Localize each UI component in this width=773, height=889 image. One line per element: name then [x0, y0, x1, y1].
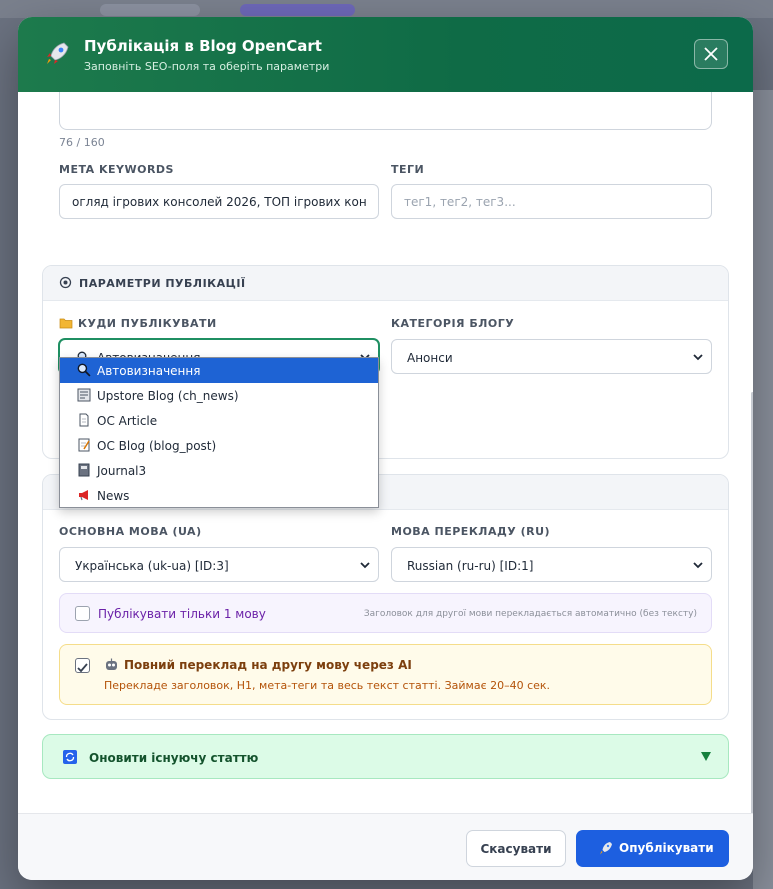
chevron-down-icon: [360, 562, 370, 569]
single-language-checkbox[interactable]: [75, 606, 90, 621]
checkmark-icon: [77, 663, 88, 673]
translate-language-value: Russian (ru-ru) [ID:1]: [407, 559, 534, 573]
dropdown-option-oc-article[interactable]: OC Article: [60, 408, 378, 433]
ai-translate-checkbox[interactable]: [75, 658, 90, 673]
refresh-icon: [63, 750, 77, 764]
background-topbar: [0, 0, 773, 18]
translate-language-label: МОВА ПЕРЕКЛАДУ (RU): [391, 525, 551, 538]
rocket-icon: [600, 842, 612, 855]
chevron-down-icon: [693, 354, 703, 361]
dropdown-option-auto[interactable]: Автовизначення: [60, 358, 378, 383]
dropdown-option-label: OC Blog (blog_post): [97, 439, 217, 453]
background-sidebar: [753, 90, 773, 889]
single-language-label: Публікувати тільки 1 мову: [98, 607, 266, 621]
dropdown-option-label: News: [97, 489, 130, 503]
modal-scrollbar[interactable]: [751, 392, 753, 813]
meta-keywords-label: META KEYWORDS: [59, 163, 174, 176]
close-button[interactable]: [694, 39, 728, 69]
blog-category-value: Анонси: [407, 351, 453, 365]
dropdown-option-upstore[interactable]: Upstore Blog (ch_news): [60, 383, 378, 408]
magnifier-icon: [77, 363, 91, 377]
single-language-hint: Заголовок для другої мови перекладається…: [363, 609, 697, 619]
notebook-icon: [78, 463, 90, 477]
dropdown-option-label: OC Article: [97, 414, 158, 428]
blog-category-label: КАТЕГОРІЯ БЛОГУ: [391, 317, 515, 330]
main-language-label: ОСНОВНА МОВА (UA): [59, 525, 202, 538]
blog-category-select[interactable]: Анонси: [391, 339, 712, 374]
publish-button[interactable]: Опублікувати: [576, 830, 729, 867]
dropdown-option-label: Upstore Blog (ch_news): [97, 389, 239, 403]
publish-modal: Публікація в Blog OpenCart Заповніть SEO…: [18, 17, 753, 880]
main-language-value: Українська (uk-ua) [ID:3]: [75, 559, 229, 573]
chevron-down-icon: [693, 562, 703, 569]
memo-icon: [78, 438, 90, 452]
publish-button-label: Опублікувати: [619, 841, 714, 855]
ai-translate-row: Повний переклад на другу мову через AI П…: [59, 644, 712, 705]
dropdown-option-news[interactable]: News: [60, 483, 378, 508]
modal-title: Публікація в Blog OpenCart: [84, 37, 322, 55]
modal-header: Публікація в Blog OpenCart Заповніть SEO…: [18, 17, 753, 92]
modal-footer: Скасувати Опублікувати: [18, 813, 753, 880]
cancel-button[interactable]: Скасувати: [466, 830, 566, 867]
meta-keywords-input[interactable]: [59, 184, 379, 219]
dropdown-option-oc-blog[interactable]: OC Blog (blog_post): [60, 433, 378, 458]
publish-params-title: ПАРАМЕТРИ ПУБЛІКАЦІЇ: [79, 277, 246, 290]
newspaper-icon: [77, 388, 91, 402]
page-icon: [79, 413, 89, 427]
single-language-row: Публікувати тільки 1 мову Заголовок для …: [59, 593, 712, 633]
modal-body: 76 / 160 META KEYWORDS ТЕГИ ПАРАМЕТРИ ПУ…: [18, 92, 753, 813]
publish-params-header: ПАРАМЕТРИ ПУБЛІКАЦІЇ: [43, 266, 728, 301]
triangle-down-icon: [701, 752, 711, 761]
robot-icon: [106, 658, 117, 670]
where-publish-dropdown: Автовизначення Upstore Blog (ch_news) OC…: [59, 357, 379, 508]
update-article-label: Оновити існуючу статтю: [89, 751, 259, 765]
rocket-icon: [47, 42, 69, 64]
description-counter: 76 / 160: [59, 136, 105, 149]
dropdown-option-label: Journal3: [97, 464, 147, 478]
background-pill: [100, 4, 200, 16]
folder-icon: [59, 318, 73, 329]
ai-translate-title: Повний переклад на другу мову через AI: [124, 658, 412, 672]
gear-icon: [59, 276, 72, 289]
ai-translate-description: Перекладе заголовок, H1, мета-теги та ве…: [104, 679, 551, 692]
tags-input[interactable]: [391, 184, 712, 219]
translate-language-select[interactable]: Russian (ru-ru) [ID:1]: [391, 547, 712, 582]
where-publish-label: КУДИ ПУБЛІКУВАТИ: [78, 317, 217, 330]
update-article-toggle[interactable]: Оновити існуючу статтю: [42, 734, 729, 779]
modal-subtitle: Заповніть SEO-поля та оберіть параметри: [84, 60, 330, 73]
main-language-select[interactable]: Українська (uk-ua) [ID:3]: [59, 547, 379, 582]
megaphone-icon: [79, 490, 88, 501]
tags-label: ТЕГИ: [391, 163, 425, 176]
close-icon: [704, 47, 718, 61]
dropdown-option-journal3[interactable]: Journal3: [60, 458, 378, 483]
dropdown-option-label: Автовизначення: [97, 364, 201, 378]
meta-description-textarea[interactable]: [59, 92, 712, 130]
background-pill: [240, 4, 355, 16]
